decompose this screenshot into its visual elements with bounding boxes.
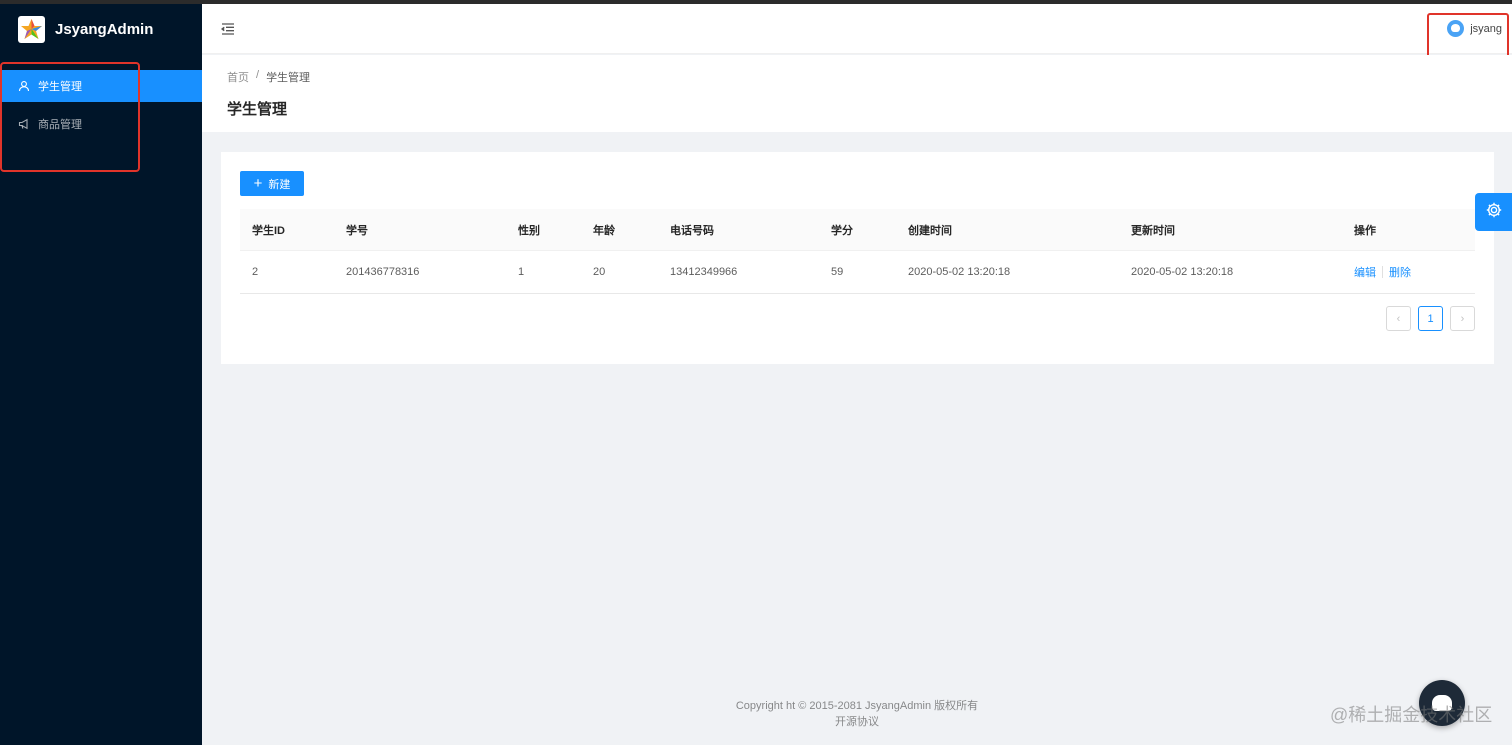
copyright-text: Copyright ht © 2015-2081 JsyangAdmin 版权所… [735, 700, 979, 712]
license-link[interactable]: 开源协议 [202, 714, 1512, 730]
column-header: 创建时间 [908, 224, 952, 237]
delete-link[interactable]: 删除 [1389, 264, 1411, 280]
cell-phone: 13412349966 [670, 266, 738, 278]
column-header: 学号 [346, 224, 368, 237]
logo-icon [18, 15, 45, 43]
highlight-box-sidebar [0, 62, 140, 172]
cell-gender: 1 [518, 266, 525, 278]
breadcrumb: 首页 / 学生管理 [227, 69, 310, 85]
breadcrumb-separator: / [256, 69, 260, 81]
cell-actions: 编辑 删除 [1354, 251, 1411, 293]
new-button[interactable]: + 新建 [240, 171, 304, 196]
student-table: 学生ID 学号 性别 年龄 电话号码 学分 创建时间 更新时间 操作 2 201… [240, 209, 1475, 294]
menu-fold-icon[interactable] [220, 21, 236, 37]
edit-link[interactable]: 编辑 [1354, 264, 1376, 280]
column-header: 学生ID [252, 224, 285, 237]
page-header: 首页 / 学生管理 学生管理 [202, 55, 1512, 132]
page-title: 学生管理 [227, 101, 288, 118]
footer: Copyright ht © 2015-2081 JsyangAdmin 版权所… [202, 698, 1512, 730]
content-card: + 新建 学生ID 学号 性别 年龄 电话号码 学分 创建时间 更新时间 操作 … [221, 152, 1494, 364]
next-page-button[interactable]: › [1450, 306, 1475, 331]
column-header: 更新时间 [1131, 224, 1175, 237]
cell-student-no: 201436778316 [346, 266, 420, 278]
column-header: 年龄 [593, 224, 615, 237]
breadcrumb-home[interactable]: 首页 [227, 69, 249, 85]
prev-page-button[interactable]: ‹ [1386, 306, 1411, 331]
pagination: ‹ 1 › [1379, 306, 1475, 331]
gear-icon [1485, 201, 1503, 224]
column-header: 性别 [518, 224, 540, 237]
settings-button[interactable] [1475, 193, 1512, 231]
breadcrumb-current: 学生管理 [266, 72, 311, 84]
column-header: 电话号码 [670, 224, 714, 237]
cell-credit: 59 [831, 266, 844, 278]
logo[interactable]: JsyangAdmin [0, 4, 202, 54]
watermark: @稀土掘金技术社区 [1330, 705, 1493, 725]
cell-created: 2020-05-02 13:20:18 [908, 266, 1011, 278]
new-button-label: 新建 [268, 178, 291, 191]
action-divider [1382, 266, 1383, 278]
column-header: 学分 [831, 224, 853, 237]
app-title: JsyangAdmin [55, 20, 154, 38]
cell-updated: 2020-05-02 13:20:18 [1131, 266, 1234, 278]
table-row: 2 201436778316 1 20 13412349966 59 2020-… [240, 251, 1475, 294]
column-header: 操作 [1354, 224, 1376, 237]
cell-age: 20 [593, 266, 606, 278]
top-header: jsyang [202, 4, 1512, 54]
cell-id: 2 [252, 266, 259, 278]
page-1-button[interactable]: 1 [1418, 306, 1443, 331]
plus-icon: + [253, 175, 263, 192]
table-header: 学生ID 学号 性别 年龄 电话号码 学分 创建时间 更新时间 操作 [240, 209, 1475, 251]
highlight-box-user [1427, 13, 1509, 59]
